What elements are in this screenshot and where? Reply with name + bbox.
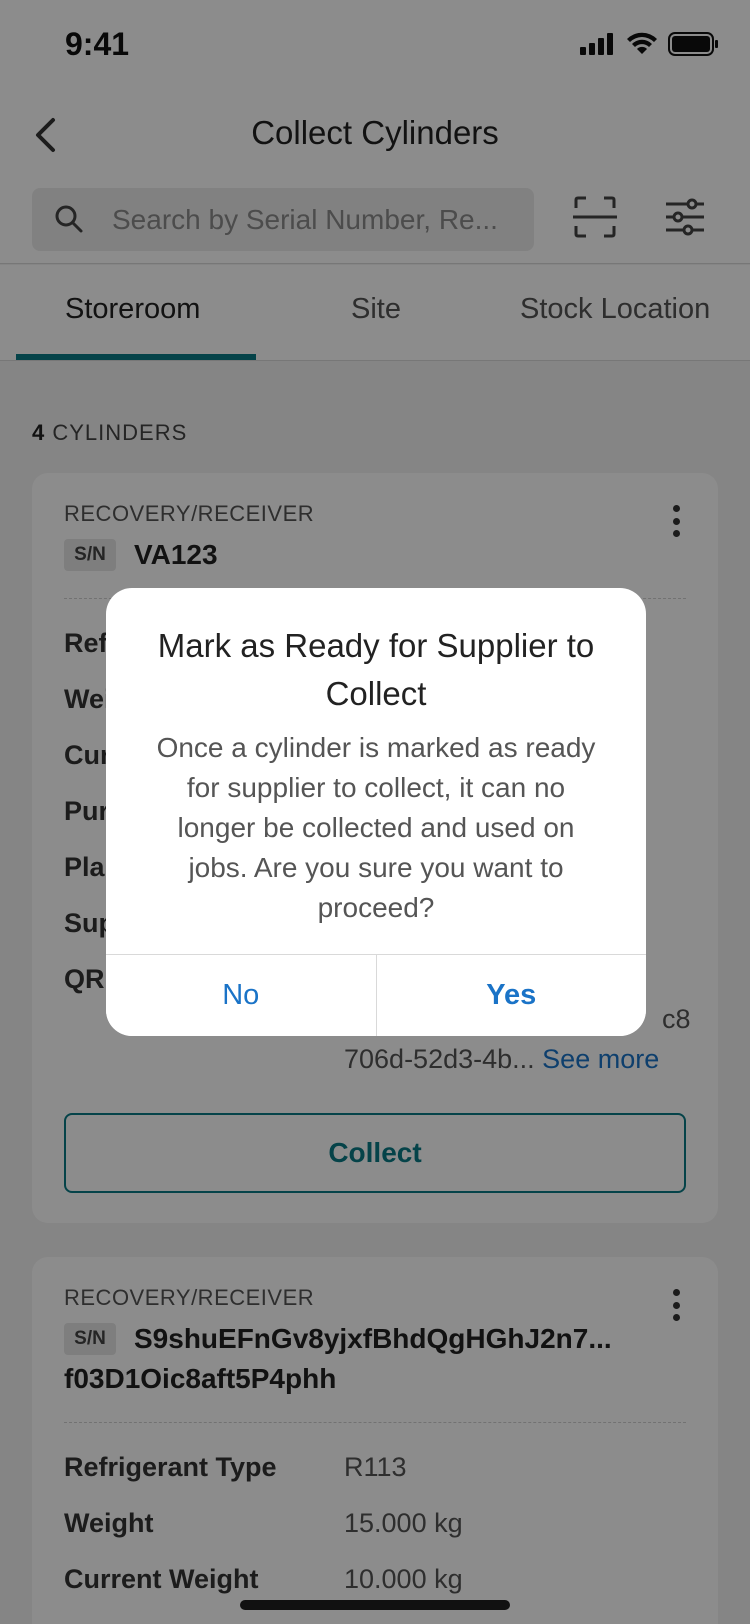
dialog-title: Mark as Ready for Supplier to Collect xyxy=(157,627,595,712)
screen: 9:41 Collect Cylinders Search by Serial … xyxy=(0,0,750,1624)
confirm-dialog: Mark as Ready for Supplier to Collect On… xyxy=(106,588,646,1036)
no-button[interactable]: No xyxy=(106,955,377,1036)
home-indicator xyxy=(240,1600,510,1610)
dialog-actions: No Yes xyxy=(106,954,646,1036)
dialog-message: Once a cylinder is marked as ready for s… xyxy=(156,732,596,923)
yes-button[interactable]: Yes xyxy=(376,955,646,1036)
